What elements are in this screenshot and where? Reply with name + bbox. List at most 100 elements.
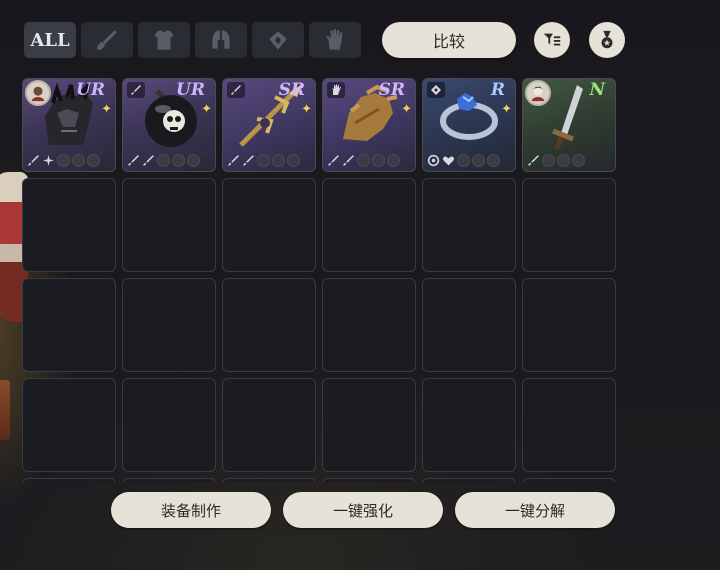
empty-socket bbox=[157, 153, 170, 167]
inventory-item-dark-gauntlet[interactable]: UR ✦ bbox=[22, 78, 116, 172]
skill-slots bbox=[527, 153, 585, 167]
empty-inventory-slot[interactable] bbox=[422, 378, 516, 472]
inventory-item-golden-spear[interactable]: SR ✦ bbox=[222, 78, 316, 172]
empty-inventory-slot[interactable] bbox=[322, 378, 416, 472]
empty-inventory-slot[interactable] bbox=[22, 278, 116, 372]
compare-button[interactable]: 比较 bbox=[382, 22, 516, 58]
grade-label: UR bbox=[176, 80, 205, 100]
sword-icon bbox=[143, 154, 154, 166]
tab-all[interactable]: ALL bbox=[24, 22, 76, 58]
empty-inventory-slot[interactable] bbox=[122, 478, 216, 482]
empty-socket bbox=[172, 153, 185, 167]
tab-accessory[interactable] bbox=[252, 22, 304, 58]
empty-socket bbox=[472, 153, 485, 167]
enhance-all-button[interactable]: 一键强化 bbox=[283, 492, 443, 528]
tab-all-label: ALL bbox=[30, 29, 70, 51]
sword-icon bbox=[243, 154, 254, 166]
character-avatar bbox=[25, 80, 51, 106]
star-icon: ✦ bbox=[401, 102, 412, 117]
decompose-label: 一键分解 bbox=[504, 501, 565, 520]
grade-label: R bbox=[490, 80, 505, 100]
medal-icon bbox=[601, 30, 613, 49]
spark-icon bbox=[43, 154, 54, 166]
skill-slots bbox=[27, 153, 100, 167]
sword-icon bbox=[528, 154, 539, 166]
empty-socket bbox=[87, 153, 100, 167]
helmet-icon bbox=[212, 30, 230, 49]
empty-inventory-slot[interactable] bbox=[222, 478, 316, 482]
empty-inventory-slot[interactable] bbox=[122, 278, 216, 372]
inventory-item-iron-sword[interactable]: N bbox=[522, 78, 616, 172]
empty-inventory-slot[interactable] bbox=[422, 478, 516, 482]
tab-helmet[interactable] bbox=[195, 22, 247, 58]
grade-label: SR bbox=[278, 80, 305, 100]
background-prop bbox=[0, 380, 10, 440]
sword-icon bbox=[128, 154, 139, 166]
skill-slots bbox=[227, 153, 300, 167]
empty-socket bbox=[372, 153, 385, 167]
empty-inventory-slot[interactable] bbox=[122, 178, 216, 272]
star-icon: ✦ bbox=[201, 102, 212, 117]
type-badge bbox=[427, 82, 445, 98]
inventory-grid: UR ✦ UR ✦ SR ✦ SR ✦ R ✦ N bbox=[22, 78, 618, 482]
empty-inventory-slot[interactable] bbox=[522, 378, 616, 472]
medal-button[interactable] bbox=[589, 22, 625, 58]
craft-label: 装备制作 bbox=[160, 501, 221, 520]
star-icon: ✦ bbox=[101, 102, 112, 117]
tab-gloves[interactable] bbox=[309, 22, 361, 58]
tab-weapon[interactable] bbox=[81, 22, 133, 58]
star-icon: ✦ bbox=[301, 102, 312, 117]
empty-inventory-slot[interactable] bbox=[222, 378, 316, 472]
type-badge bbox=[327, 82, 345, 98]
tab-armor[interactable] bbox=[138, 22, 190, 58]
empty-inventory-slot[interactable] bbox=[22, 478, 116, 482]
empty-inventory-slot[interactable] bbox=[22, 378, 116, 472]
sword-icon bbox=[96, 30, 117, 51]
grade-label: N bbox=[589, 80, 605, 100]
type-badge bbox=[227, 82, 245, 98]
empty-socket bbox=[457, 153, 470, 167]
grade-label: UR bbox=[76, 80, 105, 100]
empty-inventory-slot[interactable] bbox=[22, 178, 116, 272]
empty-inventory-slot[interactable] bbox=[522, 278, 616, 372]
compare-label: 比较 bbox=[432, 32, 465, 51]
empty-socket bbox=[72, 153, 85, 167]
glove-icon bbox=[332, 84, 341, 95]
inventory-item-skull-bomb[interactable]: UR ✦ bbox=[122, 78, 216, 172]
empty-inventory-slot[interactable] bbox=[422, 278, 516, 372]
sword-icon bbox=[328, 154, 339, 166]
empty-inventory-slot[interactable] bbox=[522, 178, 616, 272]
glove-icon bbox=[326, 29, 343, 50]
empty-socket bbox=[387, 153, 400, 167]
empty-inventory-slot[interactable] bbox=[322, 178, 416, 272]
sword-icon bbox=[131, 85, 141, 95]
empty-inventory-slot[interactable] bbox=[122, 378, 216, 472]
character-avatar bbox=[525, 80, 551, 106]
empty-socket bbox=[272, 153, 285, 167]
sword-icon bbox=[228, 154, 239, 166]
inventory-item-sapphire-ring[interactable]: R ✦ bbox=[422, 78, 516, 172]
empty-inventory-slot[interactable] bbox=[422, 178, 516, 272]
empty-inventory-slot[interactable] bbox=[322, 278, 416, 372]
empty-inventory-slot[interactable] bbox=[222, 278, 316, 372]
empty-inventory-slot[interactable] bbox=[522, 478, 616, 482]
sword-icon bbox=[231, 85, 241, 95]
grade-label: SR bbox=[378, 80, 405, 100]
type-badge bbox=[127, 82, 145, 98]
empty-socket bbox=[287, 153, 300, 167]
craft-equipment-button[interactable]: 装备制作 bbox=[111, 492, 271, 528]
heart-icon bbox=[443, 155, 454, 165]
empty-inventory-slot[interactable] bbox=[222, 178, 316, 272]
amulet-icon bbox=[269, 31, 287, 50]
decompose-all-button[interactable]: 一键分解 bbox=[455, 492, 615, 528]
filter-list-icon bbox=[543, 33, 561, 46]
filter-button[interactable] bbox=[534, 22, 570, 58]
inventory-item-leather-gloves[interactable]: SR ✦ bbox=[322, 78, 416, 172]
empty-socket bbox=[57, 153, 70, 167]
avatar-icon bbox=[531, 86, 545, 102]
empty-socket bbox=[487, 153, 500, 167]
empty-inventory-slot[interactable] bbox=[322, 478, 416, 482]
empty-socket bbox=[557, 153, 570, 167]
empty-socket bbox=[572, 153, 585, 167]
skill-slots bbox=[327, 153, 400, 167]
